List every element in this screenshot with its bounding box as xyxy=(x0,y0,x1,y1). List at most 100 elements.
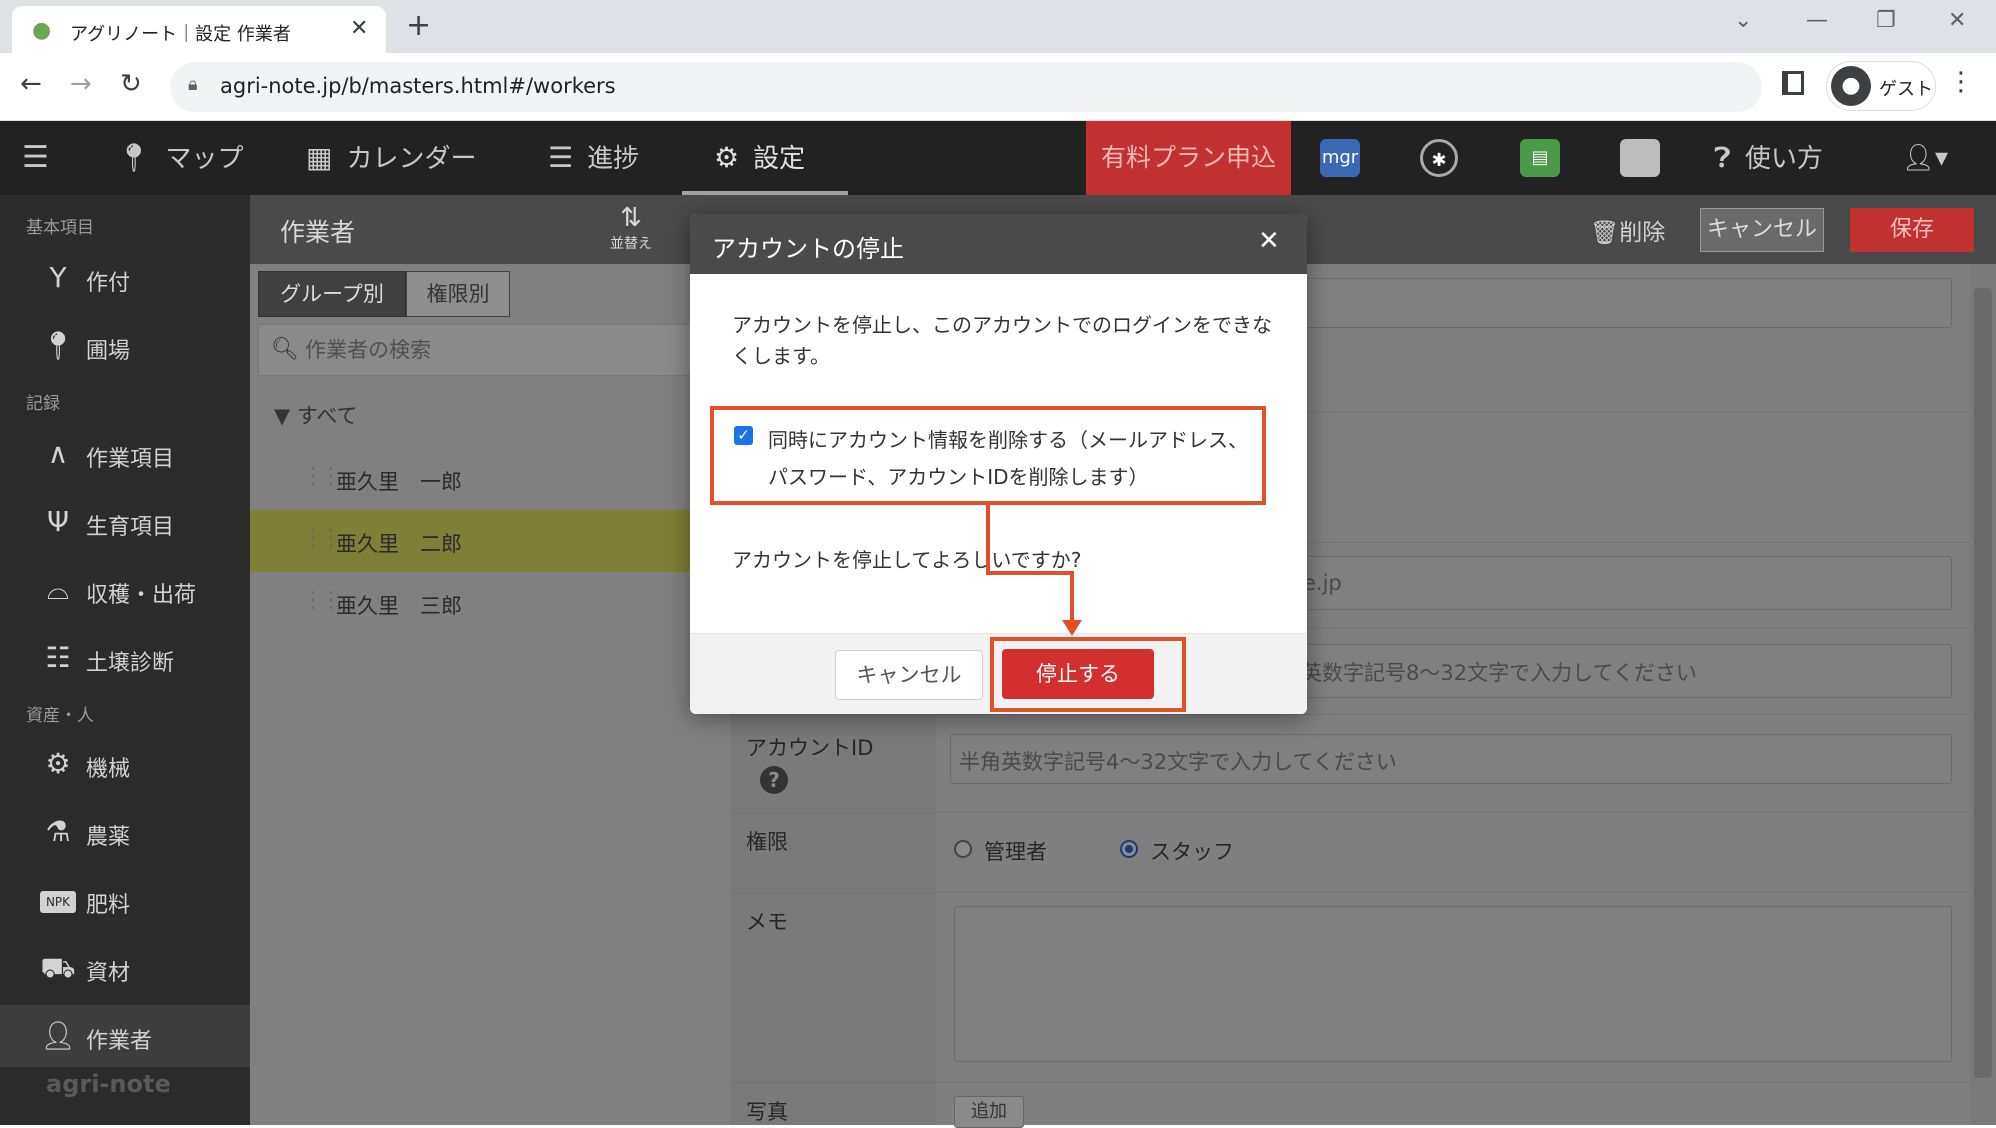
staff-radio-label[interactable]: スタッフ xyxy=(1150,836,1234,866)
nav-help[interactable]: ❓︎ 使い方 xyxy=(1714,121,1823,195)
group-all-toggle[interactable]: ▼ すべて xyxy=(274,400,358,430)
permission-label: 権限 xyxy=(746,830,788,854)
reload-icon[interactable]: ↻ xyxy=(120,69,142,99)
staff-radio[interactable] xyxy=(1120,840,1138,858)
minimize-icon[interactable]: — xyxy=(1806,8,1828,33)
photo-add-button[interactable]: 追加 xyxy=(954,1096,1024,1128)
checklist-icon: ☰ xyxy=(548,141,574,174)
nav-calendar[interactable]: ▦ カレンダー xyxy=(306,121,476,195)
nav-progress[interactable]: ☰ 進捗 xyxy=(548,121,639,195)
tractor-icon: ⚙ xyxy=(45,747,71,780)
sidebar-item-harvest[interactable]: ⌓ 収穫・出荷 xyxy=(0,559,250,621)
scroll-thumb[interactable] xyxy=(1974,288,1992,1078)
forward-icon[interactable]: → xyxy=(70,69,92,99)
sidebar-item-crops[interactable]: Y 作付 xyxy=(0,247,250,309)
address-bar-row: ← → ↻ 🔒︎ agri-note.jp/b/masters.html#/wo… xyxy=(0,53,1996,121)
help-circle-icon[interactable]: ? xyxy=(760,766,788,794)
profile-button[interactable]: ● ゲスト xyxy=(1826,61,1936,111)
url-bar[interactable]: 🔒︎ agri-note.jp/b/masters.html#/workers xyxy=(170,62,1762,112)
sidebar-item-materials[interactable]: ⛟ 資材 xyxy=(0,937,250,999)
browser-menu-icon[interactable]: ⋮ xyxy=(1948,67,1974,97)
gear-icon: ⚙ xyxy=(714,141,740,174)
search-box[interactable]: 🔍︎ xyxy=(258,324,730,376)
worker-row[interactable]: ⋮⋮ 亜久里 三郎 xyxy=(250,572,730,634)
profile-label: ゲスト xyxy=(1879,79,1933,100)
worker-row-selected[interactable]: ⋮⋮ 亜久里 二郎 xyxy=(250,510,730,572)
annotation-arrow xyxy=(1070,571,1074,627)
delete-info-checkbox-label[interactable]: 同時にアカウント情報を削除する（メールアドレス、パスワード、アカウントIDを削除… xyxy=(768,422,1258,496)
sidebar-toggle-icon[interactable]: ☰ xyxy=(22,121,49,195)
calendar-icon: ▦ xyxy=(306,141,333,174)
url-text[interactable]: agri-note.jp/b/masters.html#/workers xyxy=(220,74,616,98)
suspend-account-dialog: アカウントの停止 ✕ アカウントを停止し、このアカウントでのログインをできなくし… xyxy=(690,214,1307,714)
sort-button[interactable]: ⇅ 並替え xyxy=(610,203,652,253)
cancel-button[interactable]: キャンセル xyxy=(1700,208,1824,252)
admin-radio[interactable] xyxy=(954,840,972,858)
dialog-title: アカウントの停止 xyxy=(712,235,904,263)
frog-favicon-icon: ● xyxy=(32,18,52,43)
delete-button[interactable]: 🗑︎削除 xyxy=(1590,213,1665,247)
caret-down-icon: ▼ xyxy=(274,404,291,428)
mgr-app-icon[interactable]: mgr xyxy=(1320,139,1360,177)
tab-permission[interactable]: 権限別 xyxy=(406,271,510,317)
tab-title: アグリノート｜設定 作業者 xyxy=(70,24,291,45)
page-title: 作業者 xyxy=(280,218,356,247)
scrollbar[interactable] xyxy=(1970,264,1996,1125)
grass-icon: Ψ xyxy=(46,505,70,538)
side-panel-icon[interactable] xyxy=(1782,71,1804,95)
tab-close-icon[interactable]: ✕ xyxy=(350,16,368,41)
profile-avatar-icon: ● xyxy=(1831,66,1871,106)
tab-group[interactable]: グループ別 xyxy=(258,271,406,317)
account-id-label: アカウントID xyxy=(746,736,874,760)
nav-map[interactable]: 📍︎ マップ xyxy=(116,121,244,195)
dialog-description: アカウントを停止し、このアカウントでのログインをできなくします。 xyxy=(732,313,1272,368)
sidebar-item-fields[interactable]: 📍︎ 圃場 xyxy=(0,315,250,377)
divider xyxy=(730,714,1970,715)
nav-settings[interactable]: ⚙ 設定 xyxy=(682,121,848,195)
save-button[interactable]: 保存 xyxy=(1850,208,1974,252)
annotation-arrow xyxy=(986,505,990,571)
notebook-app-icon[interactable]: ▤ xyxy=(1520,139,1560,177)
help-icon: ❓︎ xyxy=(1714,141,1731,174)
dialog-footer: キャンセル 停止する xyxy=(690,633,1307,714)
drag-handle-icon[interactable]: ⋮⋮ xyxy=(302,464,342,489)
sidebar-item-workers[interactable]: 👤︎ 作業者 xyxy=(0,1005,250,1067)
worker-row[interactable]: ⋮⋮ 亜久里 一郎 xyxy=(250,448,730,510)
new-tab-icon[interactable]: + xyxy=(406,8,431,43)
sidebar-item-machines[interactable]: ⚙ 機械 xyxy=(0,733,250,795)
paid-plan-button[interactable]: 有料プラン申込 xyxy=(1086,121,1291,195)
window-close-icon[interactable]: ✕ xyxy=(1948,8,1966,33)
search-input[interactable] xyxy=(303,337,703,363)
drag-handle-icon[interactable]: ⋮⋮ xyxy=(302,588,342,613)
sidebar-item-fertilizer[interactable]: NPK 肥料 xyxy=(0,869,250,931)
browser-tab[interactable]: ● アグリノート｜設定 作業者 ✕ xyxy=(12,6,386,53)
map-pin-icon: 📍︎ xyxy=(40,329,76,362)
delete-info-checkbox[interactable]: ✓ xyxy=(734,426,753,445)
account-id-field[interactable]: 半角英数字記号4〜32文字で入力してください xyxy=(950,734,1952,784)
sidebar-item-pesticides[interactable]: ⚗ 農薬 xyxy=(0,801,250,863)
asterisk-app-icon[interactable]: ✱ xyxy=(1420,139,1458,177)
memo-textarea[interactable] xyxy=(954,906,1952,1062)
user-menu-icon[interactable]: 👤︎▾ xyxy=(1902,121,1948,195)
restore-icon[interactable]: ❐ xyxy=(1876,8,1896,33)
sliders-icon: ☷ xyxy=(45,641,71,674)
divider xyxy=(730,1082,1970,1083)
app-top-nav: ☰ 📍︎ マップ ▦ カレンダー ☰ 進捗 ⚙ 設定 有料プラン申込 mgr ✱ ▤ ❓… xyxy=(0,121,1996,195)
lock-icon[interactable]: 🔒︎ xyxy=(188,74,198,95)
admin-radio-label[interactable]: 管理者 xyxy=(984,836,1047,866)
dialog-cancel-button[interactable]: キャンセル xyxy=(835,650,983,700)
chat-icon[interactable] xyxy=(1620,139,1660,177)
sidebar-item-soil[interactable]: ☷ 土壌診断 xyxy=(0,627,250,689)
close-icon[interactable]: ✕ xyxy=(1258,226,1280,256)
sidebar-item-growth-items[interactable]: Ψ 生育項目 xyxy=(0,491,250,553)
back-icon[interactable]: ← xyxy=(20,69,42,99)
worker-list-panel: グループ別 権限別 🔍︎ ▼ すべて ⋮⋮ 亜久里 一郎 ⋮⋮ 亜久里 二郎 ⋮… xyxy=(250,264,730,1125)
agri-note-logo: agri-note xyxy=(46,1070,171,1098)
tab-search-icon[interactable]: ⌄ xyxy=(1734,8,1752,33)
sidebar-item-work-items[interactable]: ∧ 作業項目 xyxy=(0,423,250,485)
drag-handle-icon[interactable]: ⋮⋮ xyxy=(302,526,342,551)
trash-icon: 🗑︎ xyxy=(1590,220,1620,246)
stop-account-button[interactable]: 停止する xyxy=(1002,649,1154,699)
person-icon: 👤︎ xyxy=(40,1019,76,1052)
divider xyxy=(730,812,1970,813)
